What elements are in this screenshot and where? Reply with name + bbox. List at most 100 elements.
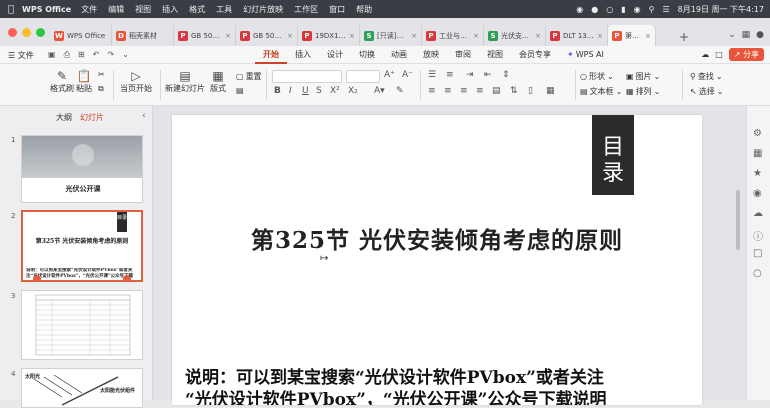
menu-edit[interactable]: 编辑 xyxy=(108,4,124,15)
distribute-icon[interactable]: ▤ xyxy=(492,86,501,96)
new-slide-button[interactable]: ▤ 新建幻灯片 xyxy=(165,69,205,94)
outdent-icon[interactable]: ⇤ xyxy=(484,70,492,80)
menu-view[interactable]: 视图 xyxy=(135,4,151,15)
collapse-panel-icon[interactable]: ‹ xyxy=(142,111,146,121)
chat-icon[interactable]: ○ xyxy=(606,5,613,14)
justify-icon[interactable]: ≡ xyxy=(476,86,484,96)
arrange-button[interactable]: ▦ 排列 ⌄ xyxy=(626,86,660,97)
chevron-down-icon[interactable]: ⌄ xyxy=(728,30,736,40)
document-tab[interactable]: S [只读]高低 × xyxy=(360,25,422,46)
increase-font-icon[interactable]: A⁺ xyxy=(384,70,395,80)
tab-home[interactable]: 开始 xyxy=(255,46,287,64)
slide-description[interactable]: 说明：可以到某宝搜索“光伏设计软件PVbox”或者关注 “光伏设计软件PVbox… xyxy=(185,367,695,405)
close-tab-icon[interactable]: × xyxy=(349,32,355,40)
font-color-icon[interactable]: A▾ xyxy=(374,86,385,96)
document-tab[interactable]: PDLT 1364-2× xyxy=(546,25,608,46)
zoom-window-icon[interactable] xyxy=(36,28,45,37)
close-tab-icon[interactable]: × xyxy=(473,32,479,40)
menu-insert[interactable]: 插入 xyxy=(162,4,178,15)
tab-slideshow[interactable]: 放映 xyxy=(415,46,447,64)
avatar[interactable]: ● xyxy=(756,30,764,40)
align-center-icon[interactable]: ≡ xyxy=(444,86,452,96)
document-tab[interactable]: PGB 50009-2× xyxy=(236,25,298,46)
menu-workspace[interactable]: 工作区 xyxy=(294,4,318,15)
document-tab[interactable]: S光伏支架结构× xyxy=(484,25,546,46)
cut-button[interactable]: ✂ xyxy=(98,70,105,79)
tab-slides[interactable]: 幻灯片 xyxy=(80,112,104,123)
align-left-icon[interactable]: ≡ xyxy=(428,86,436,96)
menu-help[interactable]: 帮助 xyxy=(356,4,372,15)
close-tab-icon[interactable]: × xyxy=(597,32,603,40)
slide-thumbnail-2[interactable]: 目录 第325节 光伏安装倾角考虑的原则 说明：可以到某宝搜索“光伏设计软件PV… xyxy=(21,210,143,282)
close-tab-icon[interactable]: × xyxy=(287,32,293,40)
help-panel-icon[interactable]: ⓘ xyxy=(753,228,763,243)
strikethrough-icon[interactable]: S xyxy=(316,86,322,96)
tab-outline[interactable]: 大纲 xyxy=(56,112,72,123)
mulu-box[interactable]: 目 录 xyxy=(592,115,634,195)
undo-icon[interactable]: ↶ xyxy=(93,50,100,60)
superscript-icon[interactable]: X² xyxy=(330,86,340,96)
picture-button[interactable]: ▣ 图片 ⌄ xyxy=(626,71,660,82)
close-tab-icon[interactable]: × xyxy=(535,32,541,40)
animation-panel-icon[interactable]: ★ xyxy=(753,168,762,179)
close-tab-icon[interactable]: × xyxy=(411,32,417,40)
app-center-icon[interactable]: ▦ xyxy=(742,30,751,40)
tab-member[interactable]: 会员专享 xyxy=(511,46,559,64)
text-direction-icon[interactable]: ⇅ xyxy=(510,86,518,96)
document-tab[interactable]: W WPS Office xyxy=(50,25,112,46)
smart-art-icon[interactable]: ▦ xyxy=(546,86,555,96)
play-badge-icon[interactable] xyxy=(33,275,41,280)
close-window-icon[interactable] xyxy=(8,28,17,37)
cloud-icon[interactable]: ☁ xyxy=(701,50,709,59)
comment-icon[interactable]: □ xyxy=(715,50,723,59)
italic-icon[interactable]: I xyxy=(289,86,292,96)
current-slide[interactable]: 目 录 第325节 光伏安装倾角考虑的原则 说明：可以到某宝搜索“光伏设计软件P… xyxy=(172,115,702,405)
tab-insert[interactable]: 插入 xyxy=(287,46,319,64)
control-center-icon[interactable]: ☰ xyxy=(663,5,670,14)
menu-tools[interactable]: 工具 xyxy=(216,4,232,15)
subscript-icon[interactable]: X₂ xyxy=(348,86,358,96)
tab-review[interactable]: 审阅 xyxy=(447,46,479,64)
slide-thumbnail-4[interactable]: 太阳光 太阳能光伏组件 xyxy=(21,368,143,408)
font-size-select[interactable] xyxy=(346,70,380,83)
battery-icon[interactable]: ▮ xyxy=(621,5,625,14)
section-button[interactable]: ▤ xyxy=(236,86,244,95)
transition-panel-icon[interactable]: ▦ xyxy=(753,148,762,159)
numbered-list-icon[interactable]: ≡ xyxy=(446,70,454,80)
close-tab-icon[interactable]: × xyxy=(225,32,231,40)
play-from-current-button[interactable]: ▷ 当页开始 xyxy=(120,69,152,94)
tab-transition[interactable]: 切换 xyxy=(351,46,383,64)
document-tab[interactable]: P工业与民用供× xyxy=(422,25,484,46)
backup-panel-icon[interactable]: ☁ xyxy=(753,208,763,219)
document-tab[interactable]: P19DX101-1 建× xyxy=(298,25,360,46)
font-name-select[interactable] xyxy=(272,70,342,83)
bullet-list-icon[interactable]: ☰ xyxy=(428,70,436,80)
redo-icon[interactable]: ↷ xyxy=(107,50,114,60)
bold-icon[interactable]: B xyxy=(274,86,281,96)
select-button[interactable]: ↖ 选择 ⌄ xyxy=(690,86,723,97)
tab-animation[interactable]: 动画 xyxy=(383,46,415,64)
object-properties-icon[interactable]: ⚙ xyxy=(753,128,762,139)
print-icon[interactable]: ⎙ xyxy=(64,50,70,60)
menu-format[interactable]: 格式 xyxy=(189,4,205,15)
document-tab[interactable]: D 稻壳素材 xyxy=(112,25,174,46)
paste-button[interactable]: 📋 粘贴 xyxy=(76,69,92,94)
menu-file[interactable]: 文件 xyxy=(81,4,97,15)
line-spacing-icon[interactable]: ⇕ xyxy=(502,70,510,80)
document-tab[interactable]: P第325× xyxy=(608,25,656,46)
menu-window[interactable]: 窗口 xyxy=(329,4,345,15)
vertical-scrollbar[interactable] xyxy=(736,190,740,250)
add-slide-icon[interactable] xyxy=(123,275,131,280)
search-icon[interactable]: ⚲ xyxy=(649,5,655,14)
slide-thumbnail-1[interactable]: 光伏公开课 xyxy=(21,135,143,203)
copy-button[interactable]: ⧉ xyxy=(98,84,104,94)
indent-icon[interactable]: ⇥ xyxy=(466,70,474,80)
reset-button[interactable]: ▢ 重置 xyxy=(236,71,262,82)
comment-panel-icon[interactable]: □ xyxy=(753,248,762,259)
clock[interactable]: 8月19日 周一 下午4:17 xyxy=(678,4,764,15)
slide-thumbnail-3[interactable] xyxy=(21,290,143,360)
close-tab-icon[interactable]: × xyxy=(645,32,651,40)
layout-button[interactable]: ▦ 版式 xyxy=(210,69,226,94)
share-button[interactable]: ↗ 分享 xyxy=(728,48,764,61)
apple-icon[interactable]:  xyxy=(0,4,22,15)
